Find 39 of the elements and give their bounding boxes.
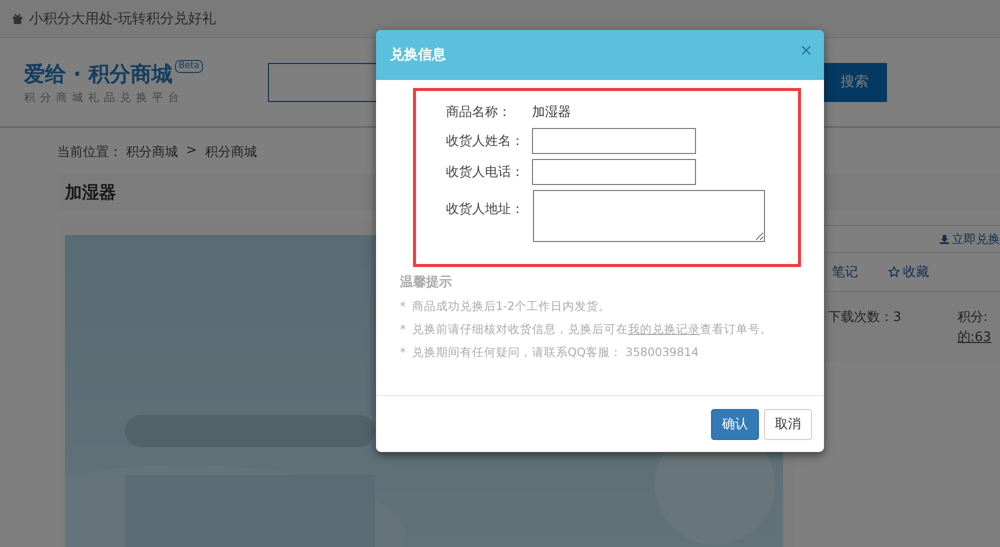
download-icon	[940, 234, 949, 244]
gift-icon	[12, 13, 23, 24]
points-link[interactable]: 的:63	[957, 328, 992, 346]
tip-text: 兑换期间有任何疑问，请联系QQ客服： 3580039814	[412, 345, 699, 360]
exchange-link[interactable]: 立即兑换	[940, 230, 1000, 248]
tip-text: 商品成功兑换后1-2个工作日内发货。	[412, 299, 611, 314]
confirm-button[interactable]: 确认	[711, 408, 759, 440]
top-bar-text: 小积分大用处-玩转积分兑好礼	[29, 10, 216, 28]
address-field[interactable]	[533, 190, 765, 242]
records-link[interactable]: 我的兑换记录	[628, 322, 700, 336]
field-label: 商品名称：	[446, 104, 512, 121]
field-label: 收货人姓名：	[446, 133, 525, 150]
bullet: *	[400, 345, 406, 360]
tips-title: 温馨提示	[400, 274, 453, 291]
product-name: 加湿器	[532, 104, 571, 121]
field-label: 收货人电话：	[446, 164, 525, 181]
bullet: *	[400, 299, 406, 314]
notes-tab[interactable]: 笔记	[832, 263, 858, 281]
star-icon	[888, 266, 900, 278]
breadcrumb-separator: >	[186, 143, 197, 160]
logo-title[interactable]: 爱给 · 积分商城	[24, 60, 173, 88]
cancel-button[interactable]: 取消	[764, 408, 812, 440]
breadcrumb-link[interactable]: 积分商城	[204, 143, 257, 161]
bullet: *	[400, 322, 406, 337]
input-field[interactable]	[532, 128, 696, 154]
input-field[interactable]	[532, 159, 696, 185]
breadcrumb-label: 当前位置：	[57, 144, 122, 161]
download-count: 下载次数：3	[828, 309, 902, 327]
beta-badge: Beta	[174, 60, 204, 72]
tip-text: 兑换前请仔细核对收货信息，兑换后可在我的兑换记录查看订单号。	[412, 322, 772, 337]
field-label: 收货人地址：	[446, 201, 525, 218]
product-title: 加湿器	[65, 182, 116, 204]
breadcrumb-link[interactable]: 积分商城	[126, 143, 178, 161]
dialog-title: 兑换信息	[390, 46, 446, 64]
search-button[interactable]: 搜索	[822, 62, 887, 102]
close-button[interactable]: ×	[800, 41, 812, 61]
favorite-tab[interactable]: 收藏	[888, 263, 929, 281]
logo-subtitle: 积分商城礼品兑换平台	[24, 90, 185, 104]
points-label: 积分:	[957, 309, 989, 326]
